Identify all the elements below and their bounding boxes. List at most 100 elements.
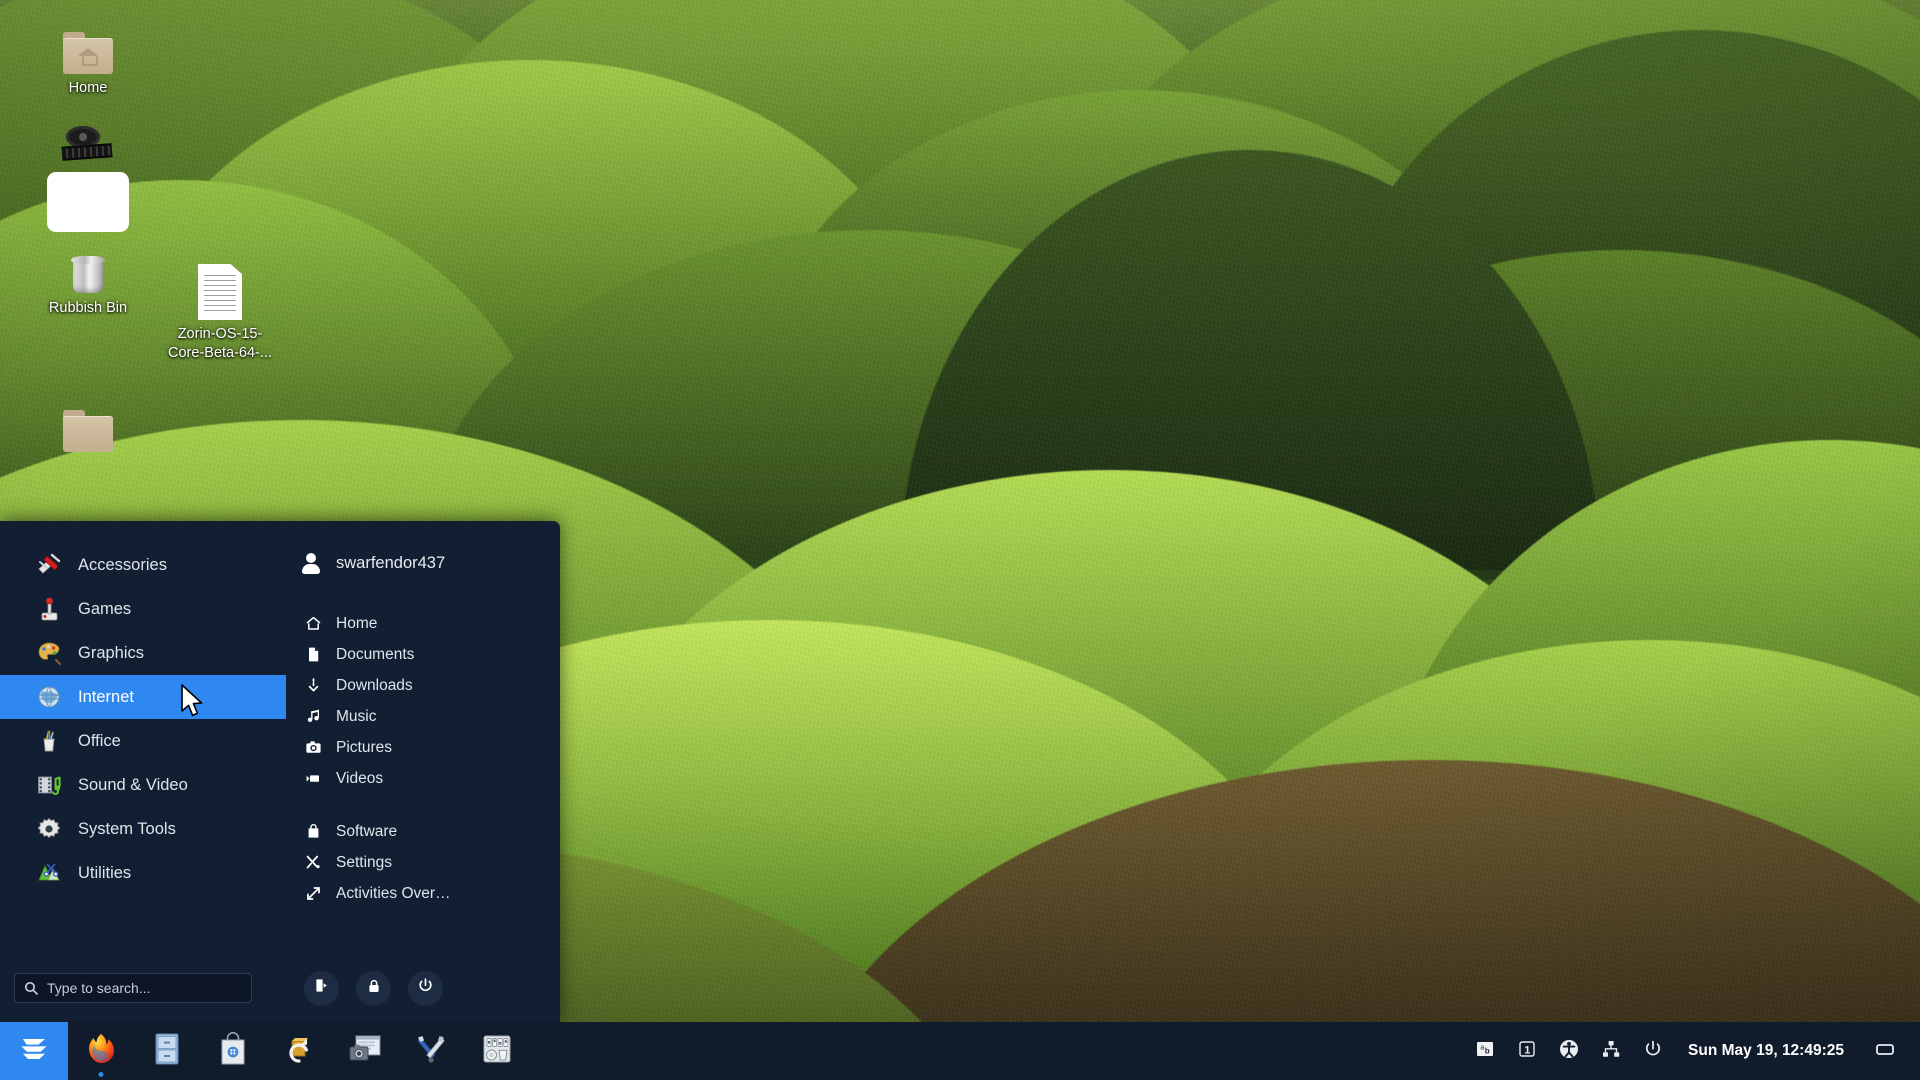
mixer-icon [481,1033,513,1070]
music-note-icon [304,708,322,726]
taskbar-launchers [0,1022,530,1080]
film-music-icon [36,772,62,798]
menu-place-videos[interactable]: Videos [286,763,560,794]
menu-place-pictures[interactable]: Pictures [286,732,560,763]
desktop-icon-label: Zorin-OS-15-Core-Beta-64-... [160,325,280,362]
settings-launcher[interactable] [398,1022,464,1080]
menu-category-list[interactable]: Accessories Games [0,521,286,954]
lock-button[interactable] [356,971,391,1006]
show-desktop-button[interactable] [1864,1022,1906,1080]
power-indicator[interactable] [1632,1022,1674,1080]
firefox-launcher[interactable] [68,1022,134,1080]
menu-category-utilities[interactable]: Utilities [0,851,286,895]
menu-separator [286,794,560,816]
desktop-icon-blank[interactable] [32,170,144,237]
network-indicator[interactable] [1590,1022,1632,1080]
system-tray: a b 1 [1464,1022,1920,1080]
logout-icon [313,977,330,999]
swiss-knife-icon [36,552,62,578]
accessibility-icon [1558,1038,1580,1065]
workspace-indicator[interactable]: 1 [1506,1022,1548,1080]
desktop-icon-label: Home [32,79,144,98]
menu-place-label: Home [336,615,377,633]
log-out-button[interactable] [304,971,339,1006]
shopping-bag-icon [304,823,322,841]
mouse-cursor [180,683,206,721]
desktop-icon-home[interactable]: Home [32,22,144,98]
menu-places-list[interactable]: swarfendor437 Home Documents [286,521,560,954]
zorin-menu-button[interactable] [0,1022,68,1080]
blank-thumbnail-icon [32,170,144,232]
menu-place-label: Pictures [336,739,392,757]
taskbar[interactable]: a b 1 [0,1022,1920,1080]
menu-category-label: Sound & Video [78,776,188,795]
menu-category-label: Games [78,600,131,619]
tools-icon [304,854,322,872]
svg-text:b: b [1485,1046,1490,1055]
search-placeholder: Type to search... [47,980,151,996]
menu-user-item[interactable]: swarfendor437 [286,543,560,583]
clock[interactable]: Sun May 19, 12:49:25 [1674,1042,1864,1060]
desktop-icon-zorin-iso[interactable]: Zorin-OS-15-Core-Beta-64-... [160,262,280,362]
screenshot-camera-icon [348,1033,382,1070]
menu-place-music[interactable]: Music [286,701,560,732]
search-icon [24,981,38,995]
menu-category-games[interactable]: Games [0,587,286,631]
software-store-launcher[interactable] [200,1022,266,1080]
network-icon [1600,1038,1622,1065]
menu-item-software[interactable]: Software [286,816,560,847]
menu-category-sound-video[interactable]: Sound & Video [0,763,286,807]
file-cabinet-icon [152,1032,182,1071]
globe-icon [36,684,62,710]
menu-item-activities-overview[interactable]: Activities Over… [286,878,560,909]
audio-mixer-launcher[interactable] [464,1022,530,1080]
keyboard-ab-icon: a b [1474,1038,1496,1065]
video-camera-icon [304,770,322,788]
screenshot-launcher[interactable] [332,1022,398,1080]
menu-place-documents[interactable]: Documents [286,639,560,670]
update-manager-icon [283,1033,315,1070]
menu-category-graphics[interactable]: Graphics [0,631,286,675]
keyboard-layout-indicator[interactable]: a b [1464,1022,1506,1080]
menu-bottom-bar: Type to search... [0,954,560,1022]
desktop-icon-hidden-folder[interactable] [32,400,144,457]
svg-text:a: a [1480,1044,1484,1051]
pen-cup-icon [36,728,62,754]
desktop-icon-film[interactable] [32,118,144,175]
document-icon [304,646,322,664]
show-desktop-icon [1874,1038,1896,1065]
expand-arrows-icon [304,885,322,903]
menu-category-label: System Tools [78,820,176,839]
menu-category-office[interactable]: Office [0,719,286,763]
menu-item-settings[interactable]: Settings [286,847,560,878]
menu-item-label: Settings [336,854,392,872]
menu-item-label: Software [336,823,397,841]
menu-category-internet[interactable]: Internet [0,675,286,719]
menu-place-home[interactable]: Home [286,608,560,639]
menu-place-downloads[interactable]: Downloads [286,670,560,701]
power-icon [417,977,434,999]
menu-category-system-tools[interactable]: System Tools [0,807,286,851]
file-manager-launcher[interactable] [134,1022,200,1080]
menu-item-label: Activities Over… [336,885,451,903]
shutdown-button[interactable] [408,971,443,1006]
desktop-icon-label: Rubbish Bin [32,299,144,318]
menu-category-label: Graphics [78,644,144,663]
menu-category-accessories[interactable]: Accessories [0,543,286,587]
menu-place-label: Documents [336,646,414,664]
accessibility-indicator[interactable] [1548,1022,1590,1080]
desktop-icon-rubbish-bin[interactable]: Rubbish Bin [32,242,144,318]
update-manager-launcher[interactable] [266,1022,332,1080]
gear-icon [36,816,62,842]
svg-text:1: 1 [1524,1044,1530,1056]
scissors-map-icon [36,860,62,886]
user-avatar-icon [300,552,322,574]
home-folder-icon [32,22,144,74]
application-menu[interactable]: Accessories Games [0,521,560,1022]
search-input[interactable]: Type to search... [14,973,252,1003]
power-icon [1643,1039,1663,1064]
workspace-icon: 1 [1516,1038,1538,1065]
menu-category-label: Internet [78,688,134,707]
tools-crossed-icon [415,1033,447,1070]
zorin-logo-icon [17,1032,51,1071]
